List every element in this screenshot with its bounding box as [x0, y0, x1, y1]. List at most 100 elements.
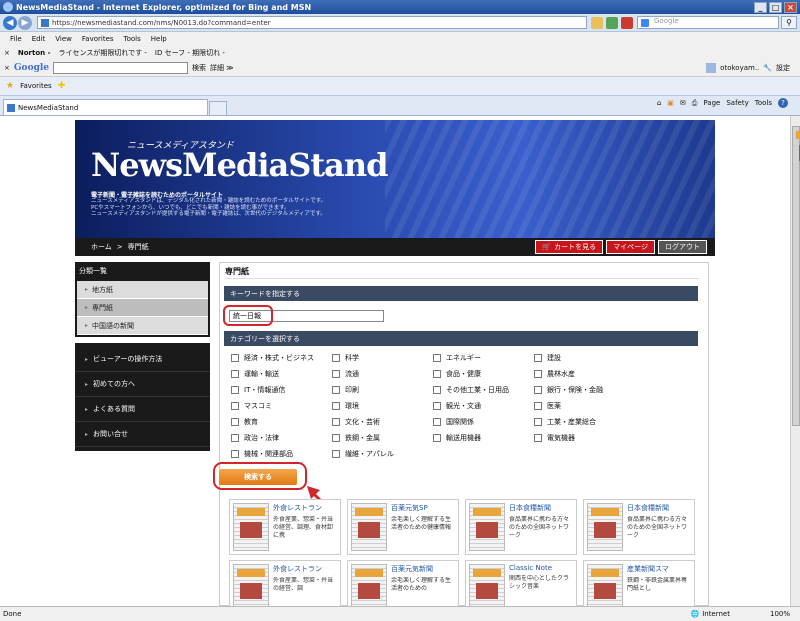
sidebar-link-first[interactable]: 初めての方へ: [75, 372, 210, 397]
category-checkbox[interactable]: [332, 386, 340, 394]
category-checkbox[interactable]: [534, 418, 542, 426]
view-cart-button[interactable]: 🛒 カートを見る: [535, 240, 604, 254]
menu-file[interactable]: File: [10, 35, 22, 43]
category-checkbox[interactable]: [534, 386, 542, 394]
paper-title[interactable]: 百薬元気新聞: [391, 564, 453, 574]
search-button[interactable]: ⚲: [781, 16, 797, 29]
category-option[interactable]: 印刷: [332, 385, 433, 395]
google-search-button[interactable]: 検索: [192, 63, 206, 73]
menu-favorites[interactable]: Favorites: [82, 35, 114, 43]
category-checkbox[interactable]: [231, 402, 239, 410]
paper-card[interactable]: Classic Note 関西を中心としたクラシック音楽: [465, 560, 577, 606]
sidebar-item-local[interactable]: 地方紙: [77, 281, 208, 299]
paper-thumbnail[interactable]: [233, 503, 269, 551]
google-search-input[interactable]: [53, 62, 189, 74]
category-option[interactable]: 食品・健康: [433, 369, 534, 379]
sidebar-link-faq[interactable]: よくある質問: [75, 397, 210, 422]
paper-card[interactable]: 百薬元気SP 余毛楽しく理解する生活者のための健康情報: [347, 499, 459, 555]
wrench-icon[interactable]: 🔧: [763, 64, 772, 72]
toolbar-close-icon[interactable]: ×: [4, 49, 10, 57]
category-checkbox[interactable]: [433, 354, 441, 362]
zoom-level[interactable]: 100%: [770, 610, 790, 618]
category-option[interactable]: 流通: [332, 369, 433, 379]
breadcrumb-home[interactable]: ホーム: [91, 242, 112, 252]
category-option[interactable]: その他工業・日用品: [433, 385, 534, 395]
category-checkbox[interactable]: [534, 370, 542, 378]
feeds-icon[interactable]: ▣: [667, 99, 674, 107]
refresh-icon[interactable]: [606, 16, 618, 29]
category-option[interactable]: 文化・芸術: [332, 417, 433, 427]
category-checkbox[interactable]: [332, 418, 340, 426]
category-option[interactable]: 環境: [332, 401, 433, 411]
sidebar-link-viewer[interactable]: ビューアーの操作方法: [75, 347, 210, 372]
category-option[interactable]: エネルギー: [433, 353, 534, 363]
category-checkbox[interactable]: [231, 354, 239, 362]
paper-thumbnail[interactable]: [351, 564, 387, 606]
back-button[interactable]: ◀: [3, 15, 17, 30]
category-checkbox[interactable]: [332, 434, 340, 442]
category-checkbox[interactable]: [332, 354, 340, 362]
category-checkbox[interactable]: [433, 434, 441, 442]
category-option[interactable]: 観光・文通: [433, 401, 534, 411]
paper-title[interactable]: Classic Note: [509, 564, 571, 572]
paper-thumbnail[interactable]: [587, 564, 623, 606]
category-checkbox[interactable]: [231, 370, 239, 378]
paper-card[interactable]: 外食レストラン 外食産業、惣菜・弁当の経営、調: [229, 560, 341, 606]
menu-view[interactable]: View: [55, 35, 72, 43]
search-box[interactable]: Google: [637, 16, 779, 29]
category-option[interactable]: 輸送用機器: [433, 433, 534, 443]
forward-button[interactable]: ▶: [18, 15, 32, 30]
paper-title[interactable]: 日本食糧新聞: [509, 503, 571, 513]
paper-title[interactable]: 外食レストラン: [273, 503, 335, 513]
new-tab-button[interactable]: [209, 101, 227, 115]
safety-menu[interactable]: Safety: [726, 99, 748, 107]
category-checkbox[interactable]: [433, 402, 441, 410]
category-checkbox[interactable]: [231, 418, 239, 426]
category-checkbox[interactable]: [231, 450, 239, 458]
sidebar-item-chinese[interactable]: 中国語の新聞: [77, 317, 208, 335]
paper-card[interactable]: 百薬元気新聞 余毛楽しく理解する生活者のための: [347, 560, 459, 606]
category-option[interactable]: 科学: [332, 353, 433, 363]
category-checkbox[interactable]: [534, 402, 542, 410]
category-option[interactable]: 工業・産業総合: [534, 417, 635, 427]
category-checkbox[interactable]: [231, 434, 239, 442]
category-option[interactable]: 経済・株式・ビジネス: [231, 353, 332, 363]
site-logo[interactable]: NewsMediaStand: [91, 146, 388, 184]
category-checkbox[interactable]: [332, 402, 340, 410]
home-icon[interactable]: ⌂: [657, 99, 661, 107]
category-checkbox[interactable]: [433, 386, 441, 394]
category-option[interactable]: 電気機器: [534, 433, 635, 443]
address-input[interactable]: https://newsmediastand.com/nms/N0013.do?…: [37, 16, 587, 29]
paper-thumbnail[interactable]: [469, 503, 505, 551]
category-checkbox[interactable]: [534, 354, 542, 362]
category-option[interactable]: IT・情報通信: [231, 385, 332, 395]
category-checkbox[interactable]: [332, 450, 340, 458]
paper-card[interactable]: 外食レストラン 外食産業、惣菜・弁当の経営、調理、食材卸に携: [229, 499, 341, 555]
toolbar-close-icon[interactable]: ×: [4, 64, 10, 72]
category-option[interactable]: 政治・法律: [231, 433, 332, 443]
paper-title[interactable]: 外食レストラン: [273, 564, 335, 574]
print-icon[interactable]: ⎙: [692, 99, 698, 108]
paper-title[interactable]: 日本食糧新聞: [627, 503, 689, 513]
category-option[interactable]: 鉄鋼・金属: [332, 433, 433, 443]
mail-icon[interactable]: ✉: [680, 99, 686, 107]
maximize-button[interactable]: □: [769, 1, 782, 13]
tools-menu[interactable]: Tools: [755, 99, 772, 107]
google-settings[interactable]: 設定: [776, 63, 790, 73]
norton-idsafe[interactable]: ID セーフ - 期限切れ -: [155, 48, 225, 58]
paper-title[interactable]: 産業新聞スマ: [627, 564, 689, 574]
category-option[interactable]: 繊維・アパレル: [332, 449, 433, 459]
tab-newsmediastand[interactable]: NewsMediaStand: [3, 99, 208, 115]
paper-card[interactable]: 産業新聞スマ 鉄鋼・非鉄金属業界専門紙とし: [583, 560, 695, 606]
category-option[interactable]: 国際関係: [433, 417, 534, 427]
google-more-button[interactable]: 詳細 ≫: [210, 63, 234, 73]
category-checkbox[interactable]: [332, 370, 340, 378]
sidebar-item-specialty[interactable]: 専門紙: [77, 299, 208, 317]
norton-brand[interactable]: Norton -: [18, 49, 51, 57]
paper-card[interactable]: 日本食糧新聞 食品業界に携わる方々のための全国ネットワーク: [583, 499, 695, 555]
favorites-star-icon[interactable]: ★: [6, 81, 14, 91]
category-option[interactable]: マスコミ: [231, 401, 332, 411]
close-button[interactable]: ×: [784, 1, 797, 13]
page-menu[interactable]: Page: [703, 99, 720, 107]
norton-license[interactable]: ライセンスが期限切れです -: [58, 48, 146, 58]
